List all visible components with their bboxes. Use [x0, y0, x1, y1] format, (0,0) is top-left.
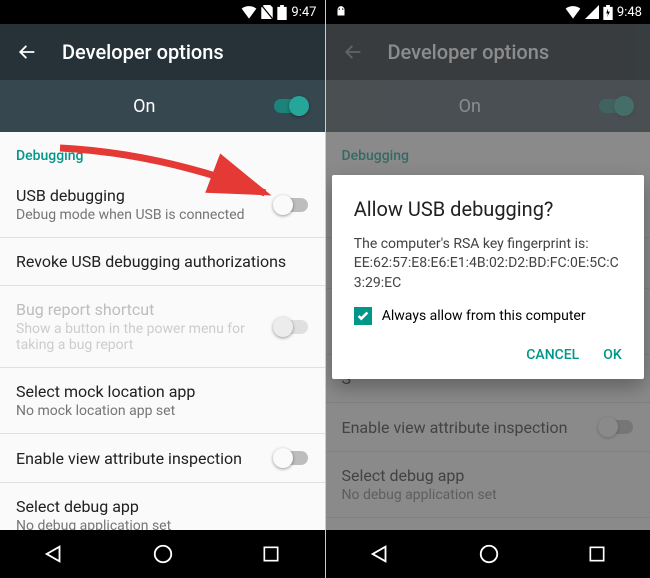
- checkbox-checked-icon[interactable]: [354, 307, 372, 325]
- nav-home-icon[interactable]: [152, 543, 174, 565]
- no-sim-icon: [261, 5, 273, 19]
- revoke-title: Revoke USB debugging authorizations: [16, 252, 309, 271]
- bug-sub: Show a button in the power menu for taki…: [16, 321, 261, 353]
- nav-home-icon[interactable]: [478, 543, 500, 565]
- always-allow-row[interactable]: Always allow from this computer: [354, 307, 622, 325]
- modal-overlay: Allow USB debugging? The computer's RSA …: [326, 24, 650, 530]
- app-bar: Developer options: [0, 24, 325, 80]
- usb-debugging-dialog: Allow USB debugging? The computer's RSA …: [332, 175, 644, 380]
- usb-title: USB debugging: [16, 186, 261, 205]
- item-select-debug[interactable]: Select debug app No debug application se…: [0, 483, 325, 530]
- always-allow-label: Always allow from this computer: [382, 308, 586, 324]
- item-bug-shortcut: Bug report shortcut Show a button in the…: [0, 286, 325, 368]
- nav-back-icon[interactable]: [369, 543, 391, 565]
- debug-sub: No debug application set: [16, 518, 309, 530]
- nav-back-icon[interactable]: [43, 543, 65, 565]
- master-label: On: [16, 96, 273, 117]
- master-toggle-bar[interactable]: On: [0, 80, 325, 132]
- status-time: 9:48: [617, 5, 642, 20]
- status-bar: 9:47: [0, 0, 325, 24]
- bug-title: Bug report shortcut: [16, 300, 261, 319]
- item-mock-location[interactable]: Select mock location app No mock locatio…: [0, 368, 325, 434]
- page-title: Developer options: [62, 40, 224, 64]
- back-icon[interactable]: [16, 41, 38, 63]
- settings-list: Debugging USB debugging Debug mode when …: [0, 132, 325, 530]
- mock-sub: No mock location app set: [16, 403, 309, 419]
- nav-recent-icon[interactable]: [261, 544, 281, 564]
- usb-switch[interactable]: [273, 195, 309, 215]
- battery-charging-icon: [603, 5, 613, 20]
- master-switch[interactable]: [273, 96, 309, 116]
- ok-button[interactable]: OK: [603, 347, 622, 363]
- debug-title: Select debug app: [16, 497, 309, 516]
- item-revoke[interactable]: Revoke USB debugging authorizations: [0, 238, 325, 286]
- mock-title: Select mock location app: [16, 382, 309, 401]
- signal-icon: [585, 5, 599, 19]
- battery-icon: [277, 5, 287, 20]
- nav-recent-icon[interactable]: [587, 544, 607, 564]
- bug-switch: [273, 317, 309, 337]
- dialog-body: The computer's RSA key fingerprint is: E…: [354, 235, 622, 294]
- android-icon: [334, 5, 348, 19]
- status-time: 9:47: [291, 5, 316, 20]
- status-bar: 9:48: [326, 0, 650, 24]
- nav-bar: [326, 530, 650, 578]
- section-header: Debugging: [0, 132, 325, 172]
- item-view-attr[interactable]: Enable view attribute inspection: [0, 434, 325, 483]
- usb-sub: Debug mode when USB is connected: [16, 207, 261, 223]
- wifi-icon: [241, 5, 257, 19]
- view-title: Enable view attribute inspection: [16, 449, 261, 468]
- phone-right: 9:48 Developer options On Debugging U D …: [325, 0, 650, 578]
- item-usb-debugging[interactable]: USB debugging Debug mode when USB is con…: [0, 172, 325, 238]
- wifi-icon: [565, 5, 581, 19]
- phone-left: 9:47 Developer options On Debugging USB …: [0, 0, 325, 578]
- view-switch[interactable]: [273, 448, 309, 468]
- dialog-title: Allow USB debugging?: [354, 197, 622, 221]
- nav-bar: [0, 530, 325, 578]
- dialog-actions: CANCEL OK: [354, 339, 622, 371]
- cancel-button[interactable]: CANCEL: [526, 347, 579, 363]
